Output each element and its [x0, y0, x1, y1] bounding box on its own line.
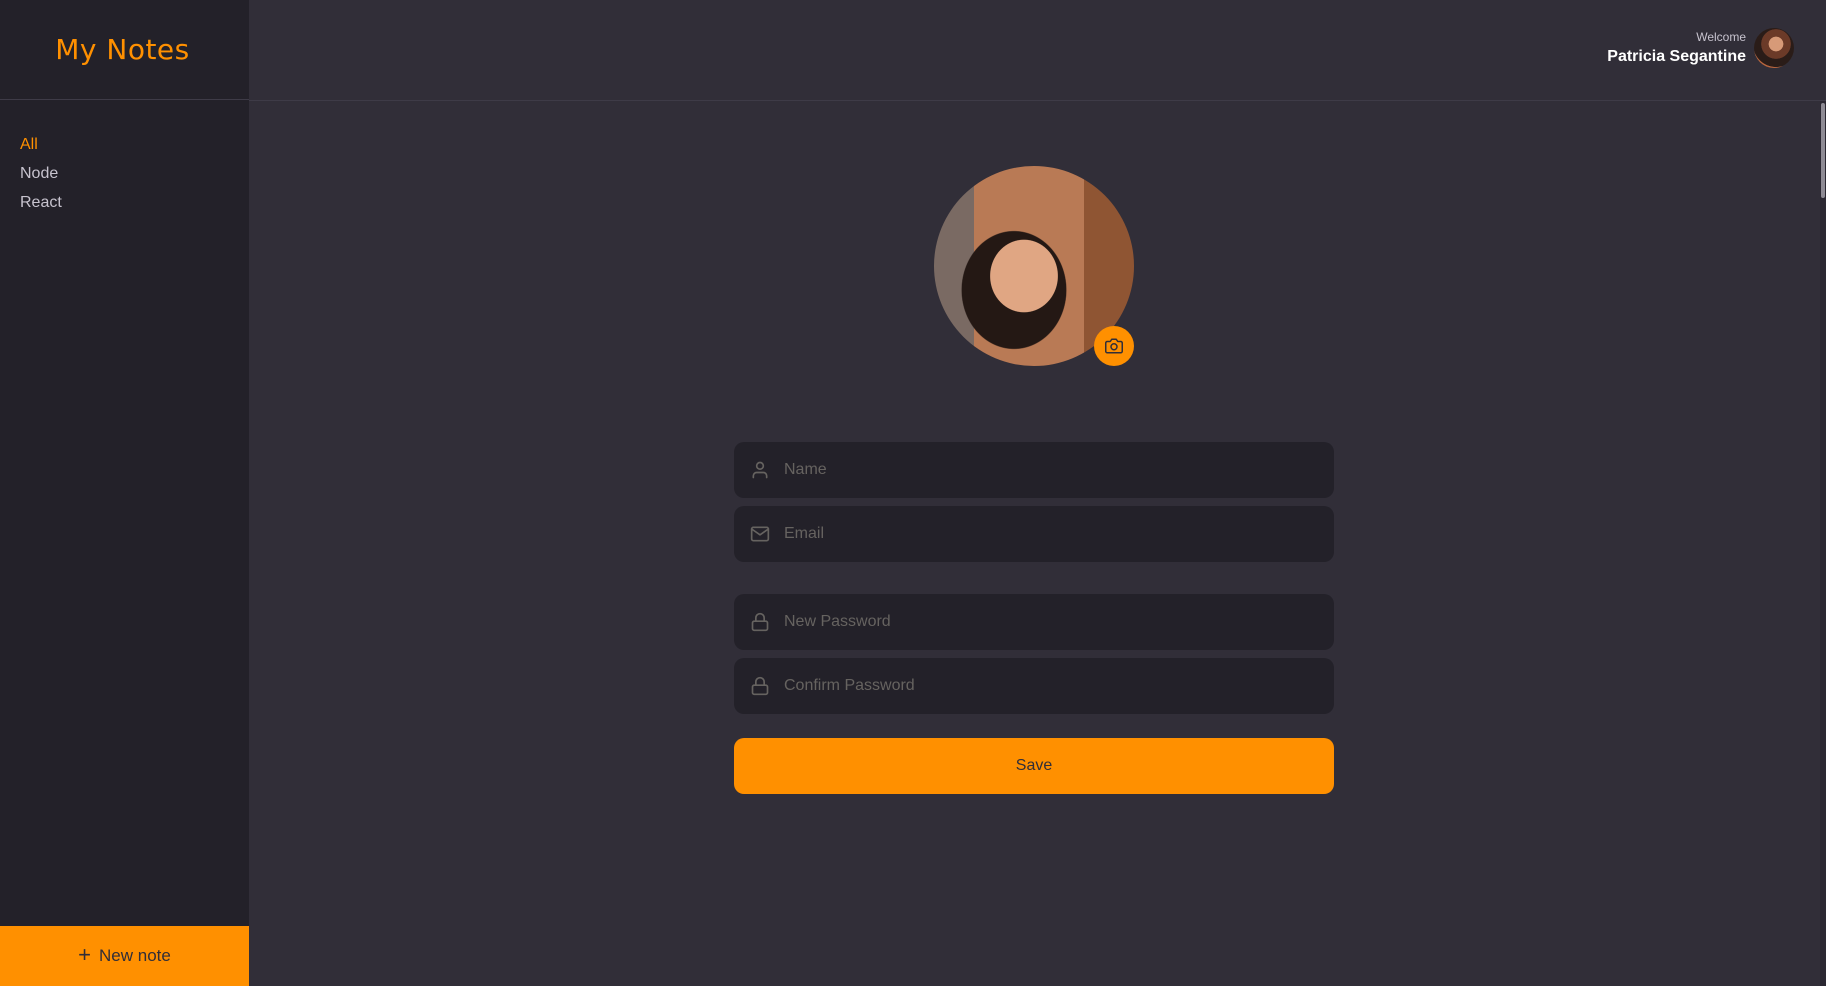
new-note-label: New note [99, 946, 171, 965]
save-button[interactable]: Save [734, 738, 1334, 794]
email-input[interactable] [784, 525, 1318, 543]
welcome-text: Welcome [1696, 30, 1746, 44]
new-note-button[interactable]: + New note [0, 926, 249, 986]
brand: My Notes [0, 0, 249, 100]
plus-icon: + [78, 942, 92, 967]
user-icon [752, 461, 768, 479]
new-password-field[interactable] [734, 594, 1334, 650]
profile-avatar [934, 166, 1134, 366]
confirm-password-input[interactable] [784, 677, 1318, 695]
name-field[interactable] [734, 442, 1334, 498]
scrollbar[interactable] [1820, 101, 1826, 986]
user-name: Patricia Segantine [1607, 48, 1746, 65]
name-input[interactable] [784, 461, 1318, 479]
user-greeting: Welcome Patricia Segantine [1607, 30, 1746, 66]
top-bar: Welcome Patricia Segantine [249, 0, 1826, 101]
profile-page: Save [734, 166, 1334, 794]
tag-menu: All Node React [0, 100, 249, 259]
lock-icon [751, 676, 769, 696]
brand-title: My Notes [55, 33, 190, 66]
mail-icon [750, 526, 770, 542]
avatar[interactable] [1754, 28, 1794, 68]
menu-item-react[interactable]: React [20, 194, 229, 212]
camera-icon [1105, 338, 1123, 354]
menu-item-all[interactable]: All [20, 136, 229, 154]
scrollbar-thumb[interactable] [1821, 103, 1825, 198]
user-profile[interactable]: Welcome Patricia Segantine [1607, 28, 1794, 68]
confirm-password-field[interactable] [734, 658, 1334, 714]
new-password-input[interactable] [784, 613, 1318, 631]
menu-item-node[interactable]: Node [20, 165, 229, 183]
change-avatar-button[interactable] [1094, 326, 1134, 366]
lock-icon [751, 612, 769, 632]
sidebar: My Notes All Node React + New note [0, 0, 249, 986]
profile-form: Save [734, 442, 1334, 794]
email-field[interactable] [734, 506, 1334, 562]
